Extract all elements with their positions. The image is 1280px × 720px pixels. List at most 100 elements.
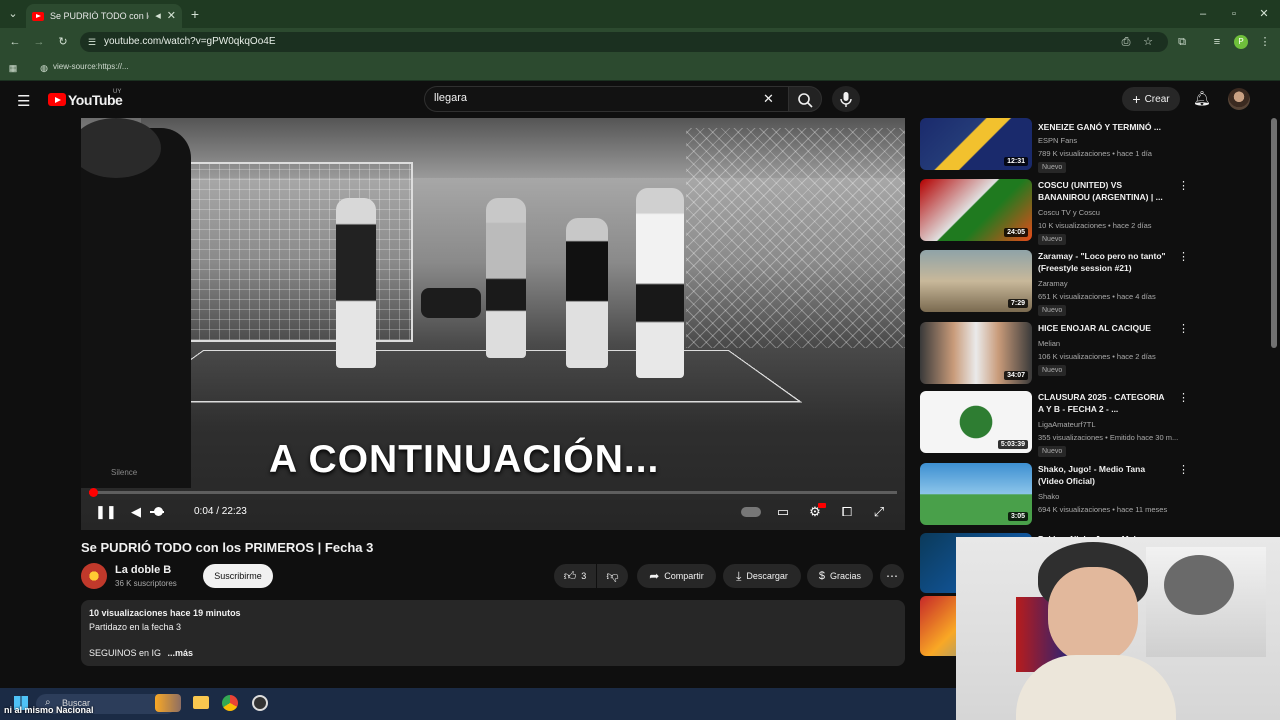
recommendation-title[interactable]: CLAUSURA 2025 - CATEGORIA A Y B - FECHA … (1038, 391, 1168, 415)
recommendation-channel[interactable]: Coscu TV y Coscu (1038, 208, 1100, 217)
search-input[interactable] (424, 86, 788, 112)
more-options-icon[interactable]: ⋮ (1178, 179, 1189, 192)
recommendation-title[interactable]: XENEIZE GANÓ Y TERMINÓ ... (1038, 121, 1168, 133)
install-icon[interactable]: ⎙ (1120, 35, 1132, 49)
description-text: SEGUINOS en IG (89, 648, 162, 658)
taskbar-widget-icon[interactable] (155, 694, 181, 712)
download-button[interactable]: ⤓ Descargar (723, 564, 801, 588)
notifications-bell-icon[interactable]: 🔔︎ (1193, 90, 1211, 107)
bookmark-star-icon[interactable]: ☆ (1142, 35, 1154, 49)
extensions-icon[interactable]: ⧉ (1176, 35, 1188, 49)
tab-close-icon[interactable]: ✕ (167, 9, 176, 23)
minimize-icon[interactable]: – (1196, 7, 1210, 21)
profile-icon[interactable]: P (1234, 35, 1248, 49)
share-button[interactable]: ➦ Compartir (637, 564, 716, 588)
thanks-button[interactable]: $ Gracias (807, 564, 873, 588)
volume-icon[interactable]: ◀︎ (128, 505, 144, 519)
tab-list-icon[interactable]: ⌄ (6, 7, 20, 21)
download-icon: ⤓ (736, 568, 742, 583)
create-button[interactable]: + Crear (1122, 87, 1180, 111)
recommendation-item[interactable]: 7:29 Zaramay - "Loco pero no tanto" (Fre… (920, 250, 1190, 316)
chrome-taskbar-icon[interactable] (222, 695, 238, 711)
autoplay-toggle[interactable] (741, 507, 761, 517)
tab-audio-icon[interactable]: ◂ (155, 9, 161, 23)
menu-dots-icon[interactable]: ⋮ (1259, 35, 1271, 49)
more-options-icon[interactable]: ⋮ (1178, 391, 1189, 404)
url-text[interactable]: youtube.com/watch?v=gPW0qkqOo4E (104, 36, 275, 47)
recommendation-channel[interactable]: Shako (1038, 492, 1059, 501)
miniplayer-icon[interactable]: ⧠ (839, 505, 855, 519)
new-tab-icon[interactable]: + (188, 7, 202, 21)
recommendation-item[interactable]: 5:03:39 CLAUSURA 2025 - CATEGORIA A Y B … (920, 391, 1190, 457)
video-thumbnail[interactable]: 5:03:39 (920, 391, 1032, 453)
video-thumbnail[interactable]: 34:07 (920, 322, 1032, 384)
poster-face (1164, 555, 1234, 615)
like-button[interactable]: 👍︎ 3 (554, 564, 596, 588)
video-thumbnail[interactable]: 12:31 (920, 118, 1032, 170)
reload-icon[interactable]: ↻ (56, 35, 70, 49)
back-icon[interactable]: ← (8, 35, 22, 49)
file-explorer-icon[interactable] (193, 696, 209, 709)
pause-icon[interactable]: ❚❚ (95, 505, 117, 519)
subtitles-icon[interactable]: ▭ (775, 505, 791, 519)
hamburger-menu-icon[interactable]: ☰ (17, 92, 30, 110)
more-options-icon[interactable]: ⋮ (1178, 463, 1189, 476)
obs-taskbar-icon[interactable] (252, 695, 268, 711)
dislike-button[interactable]: 👎︎ (597, 564, 628, 588)
new-badge: Nuevo (1038, 162, 1067, 173)
recommendation-title[interactable]: Zaramay - "Loco pero no tanto" (Freestyl… (1038, 250, 1168, 274)
recommendation-item[interactable]: 12:31 XENEIZE GANÓ Y TERMINÓ ... ESPN Fa… (920, 118, 1190, 174)
show-more-link[interactable]: ...más (168, 648, 194, 658)
recommendation-channel[interactable]: Zaramay (1038, 279, 1068, 288)
youtube-logo-icon[interactable] (48, 93, 66, 106)
video-thumbnail[interactable]: 7:29 (920, 250, 1032, 312)
channel-avatar[interactable] (81, 563, 107, 589)
media-icon[interactable]: ≡ (1211, 35, 1223, 49)
recommendation-channel[interactable]: LigaAmateurf7TL (1038, 420, 1096, 429)
recommendation-title[interactable]: Shako, Jugo! - Medio Tana (Video Oficial… (1038, 463, 1168, 487)
recommendation-title[interactable]: HICE ENOJAR AL CACIQUE (1038, 322, 1168, 334)
duration-badge: 12:31 (1004, 157, 1028, 166)
more-options-icon[interactable]: ⋮ (1178, 322, 1189, 335)
site-info-icon[interactable]: ☰ (86, 35, 98, 49)
more-options-icon[interactable]: ⋮ (1178, 250, 1189, 263)
clear-search-icon[interactable]: ✕ (763, 91, 774, 107)
recommendation-meta: 789 K visualizaciones • hace 1 día (1038, 149, 1152, 158)
recommendation-item[interactable]: 24:05 COSCU (UNITED) VS BANANIROU (ARGEN… (920, 179, 1190, 245)
volume-knob[interactable] (154, 507, 163, 516)
thanks-label: Gracias (830, 571, 862, 581)
pitch-lines (129, 350, 803, 403)
bookmark-item[interactable]: view-source:https://... (53, 62, 129, 71)
bookmarks-bar (0, 56, 1280, 81)
forward-icon[interactable]: → (32, 35, 46, 49)
maximize-icon[interactable]: ▫ (1227, 7, 1241, 21)
subscribe-button[interactable]: Suscribirme (203, 564, 273, 588)
duration-badge: 5:03:39 (997, 440, 1028, 449)
search-button[interactable] (788, 86, 822, 112)
channel-name[interactable]: La doble B (115, 564, 171, 576)
browser-tab[interactable]: Se PUDRIÓ TODO con los P ◂ ✕ (26, 4, 182, 28)
recommendation-channel[interactable]: Melian (1038, 339, 1060, 348)
close-window-icon[interactable]: ✕ (1257, 7, 1271, 21)
recommendation-item[interactable]: 34:07 HICE ENOJAR AL CACIQUE Melian 106 … (920, 322, 1190, 386)
description-line: SEGUINOS en IG ...más (89, 648, 193, 658)
fullscreen-icon[interactable]: ⤢ (871, 505, 887, 519)
video-thumbnail[interactable]: 3:05 (920, 463, 1032, 525)
voice-search-button[interactable] (832, 86, 860, 112)
search-value[interactable]: llegara (434, 92, 467, 104)
search-icon (798, 93, 813, 108)
user-avatar[interactable] (1228, 88, 1250, 110)
recommendation-channel[interactable]: ESPN Fans (1038, 136, 1077, 145)
progress-track[interactable] (89, 491, 897, 494)
sidebar-scrollbar[interactable] (1271, 118, 1277, 348)
apps-grid-icon[interactable]: ▦ (7, 61, 19, 75)
recommendation-title[interactable]: COSCU (UNITED) VS BANANIROU (ARGENTINA) … (1038, 179, 1168, 203)
more-actions-icon[interactable]: ⋯ (880, 564, 904, 588)
recommendation-meta: 10 K visualizaciones • hace 2 días (1038, 221, 1152, 230)
video-thumbnail[interactable]: 24:05 (920, 179, 1032, 241)
share-icon: ➦ (649, 569, 660, 583)
bags (421, 288, 481, 318)
recommendation-item[interactable]: 3:05 Shako, Jugo! - Medio Tana (Video Of… (920, 463, 1190, 527)
streamer-face (1048, 567, 1138, 662)
watermark-text: Silence (111, 468, 138, 477)
